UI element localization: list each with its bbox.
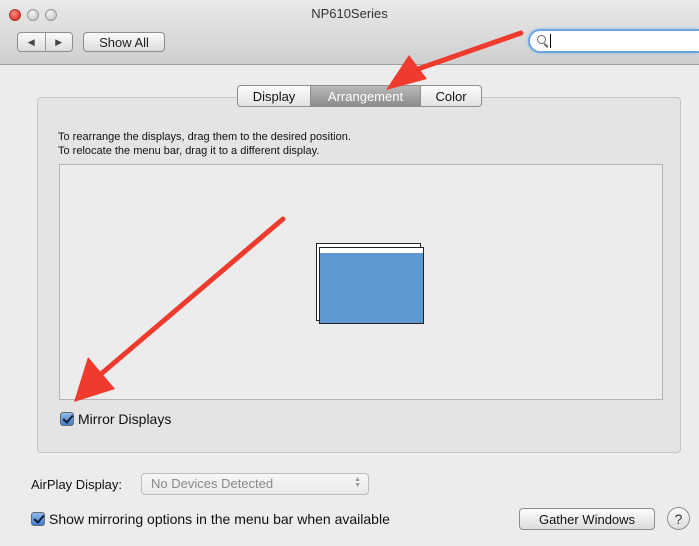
instruction-line-2: To relocate the menu bar, drag it to a d… [58,145,320,157]
search-icon [537,35,546,44]
window-title: NP610Series [311,6,388,21]
show-mirroring-label: Show mirroring options in the menu bar w… [49,511,390,527]
show-all-button[interactable]: Show All [83,32,165,52]
show-mirroring-checkbox[interactable] [31,512,45,526]
tab-arrangement[interactable]: Arrangement [310,86,420,106]
tab-bar: Display Arrangement Color [237,85,482,107]
tab-color[interactable]: Color [420,86,481,106]
back-arrow-icon: ◀ [27,36,35,47]
select-arrows-icon: ▲ ▼ [354,476,361,489]
gather-windows-button[interactable]: Gather Windows [519,508,655,530]
airplay-selected-value: No Devices Detected [151,476,274,491]
search-field[interactable] [528,29,699,53]
arrangement-instructions: To rearrange the displays, drag them to … [58,130,351,158]
help-button[interactable]: ? [667,507,690,530]
window-toolbar: NP610Series ◀ ▶ Show All [0,0,699,65]
forward-button[interactable]: ▶ [46,33,73,51]
instruction-line-1: To rearrange the displays, drag them to … [58,131,351,143]
display-thumbnail[interactable] [319,247,424,324]
back-button[interactable]: ◀ [18,33,46,51]
airplay-display-label: AirPlay Display: [31,477,123,492]
display-screen [320,253,423,323]
mirror-displays-label: Mirror Displays [78,411,172,427]
forward-arrow-icon: ▶ [55,36,63,47]
mirror-displays-checkbox[interactable] [60,412,74,426]
text-caret [550,34,551,48]
back-forward-control: ◀ ▶ [17,32,73,52]
airplay-display-select[interactable]: No Devices Detected ▲ ▼ [141,473,369,495]
tab-display[interactable]: Display [238,86,310,106]
